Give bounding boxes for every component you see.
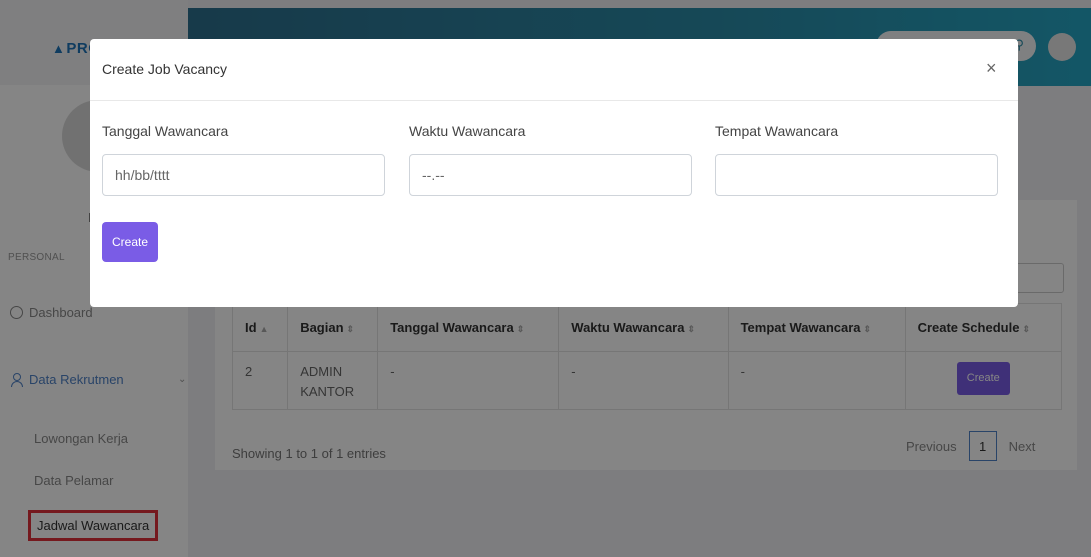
- waktu-wawancara-input[interactable]: [409, 154, 692, 196]
- tempat-wawancara-input[interactable]: [715, 154, 998, 196]
- label-tanggal-wawancara: Tanggal Wawancara: [102, 123, 229, 139]
- create-job-vacancy-modal: Create Job Vacancy × Tanggal Wawancara W…: [90, 39, 1018, 307]
- close-icon[interactable]: ×: [986, 58, 997, 79]
- tanggal-wawancara-input[interactable]: [102, 154, 385, 196]
- label-tempat-wawancara: Tempat Wawancara: [715, 123, 839, 139]
- create-button[interactable]: Create: [102, 222, 158, 262]
- modal-header: Create Job Vacancy ×: [90, 39, 1018, 101]
- label-waktu-wawancara: Waktu Wawancara: [409, 123, 526, 139]
- modal-title: Create Job Vacancy: [102, 61, 228, 77]
